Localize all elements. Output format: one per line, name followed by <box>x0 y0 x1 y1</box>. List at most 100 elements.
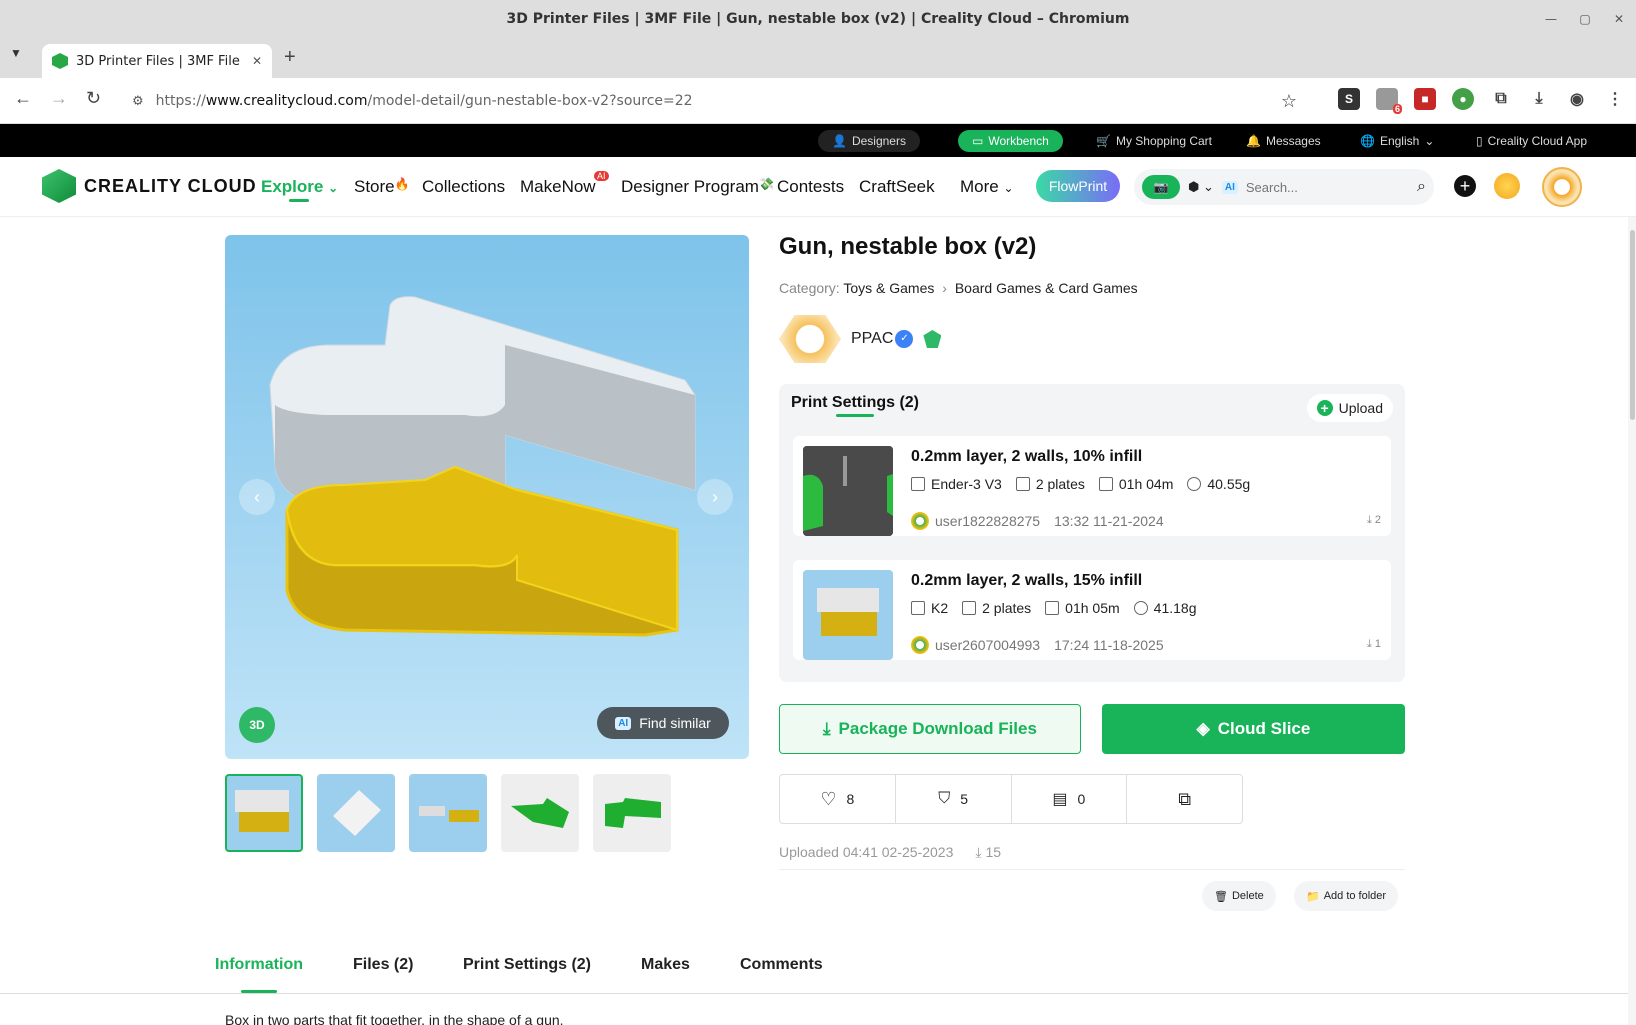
nav-designer-program[interactable]: Designer Program💸 <box>621 177 774 197</box>
flowprint-button[interactable]: FlowPrint <box>1036 170 1120 202</box>
workbench-label: Workbench <box>988 134 1049 148</box>
tab-information[interactable]: Information <box>215 956 303 974</box>
thumb-image <box>605 798 661 828</box>
search-input[interactable] <box>1245 179 1396 195</box>
comment-icon: ▤ <box>1052 791 1068 808</box>
tab-comments[interactable]: Comments <box>740 956 823 974</box>
tab-makes[interactable]: Makes <box>641 956 690 974</box>
nav-makenow-label: MakeNow <box>520 177 596 196</box>
tab-files[interactable]: Files (2) <box>353 956 413 974</box>
upload-button[interactable]: + Upload <box>1306 394 1393 422</box>
puzzle-extensions-icon[interactable]: ⧉ <box>1490 88 1512 110</box>
nav-explore[interactable]: Explore ⌄ <box>261 177 338 197</box>
tab-close-icon[interactable]: ✕ <box>252 54 262 68</box>
plates-value: 2 plates <box>1035 476 1085 492</box>
messages-link[interactable]: 🔔 Messages <box>1236 130 1331 152</box>
thumb-image <box>817 588 879 636</box>
reload-icon[interactable]: ↻ <box>86 88 101 109</box>
address-bar[interactable]: ⚙ https://www.crealitycloud.com/model-de… <box>118 84 1313 118</box>
download-icon: ⤓ <box>975 844 982 860</box>
delete-button[interactable]: 🗑 Delete <box>1202 881 1276 911</box>
time-value: 01h 05m <box>1065 600 1120 616</box>
new-tab-plus-icon[interactable]: + <box>284 46 296 69</box>
rotate-3d-button[interactable]: 3D <box>239 707 275 743</box>
back-arrow-icon[interactable]: ← <box>14 88 32 109</box>
s-extension-icon[interactable]: S <box>1338 88 1360 110</box>
designers-button[interactable]: 👤 Designers <box>818 130 920 152</box>
category-link[interactable]: Toys & Games <box>843 280 934 296</box>
nav-collections[interactable]: Collections <box>422 177 505 197</box>
nav-more[interactable]: More ⌄ <box>960 177 1014 197</box>
comment-button[interactable]: ▤ 0 <box>1012 775 1128 823</box>
download-icon[interactable]: ⤓ <box>1528 88 1550 110</box>
find-similar-ai-tag: AI <box>615 716 632 730</box>
bookmark-star-icon[interactable]: ☆ <box>1281 91 1297 112</box>
author-avatar[interactable] <box>779 315 841 363</box>
tab-search-chevron-icon[interactable]: ▼ <box>10 46 22 60</box>
coins-icon[interactable] <box>1494 173 1520 199</box>
site-info-icon[interactable]: ⚙ <box>132 94 144 109</box>
forward-arrow-icon[interactable]: → <box>50 88 68 109</box>
shield-extension-icon[interactable]: ■ <box>1414 88 1436 110</box>
subcategory-link[interactable]: Board Games & Card Games <box>955 280 1138 296</box>
search-icon[interactable]: ⌕ <box>1417 178 1426 196</box>
thumbnail-3[interactable] <box>409 774 487 852</box>
category-breadcrumb: Category: Toys & Games › Board Games & C… <box>779 280 1138 296</box>
workbench-icon: ▭ <box>972 134 984 148</box>
setting-uploader: user2607004993 17:24 11-18-2025 <box>911 636 1164 654</box>
fire-icon: 🔥 <box>394 177 410 191</box>
viewer-prev-arrow-icon[interactable]: ‹ <box>239 479 275 515</box>
spec-printer: Ender-3 V3 <box>911 476 1002 492</box>
find-similar-button[interactable]: AI Find similar <box>597 707 729 739</box>
language-select[interactable]: 🌐 English ⌄ <box>1350 130 1444 152</box>
nav-craftseek[interactable]: CraftSeek <box>859 177 935 197</box>
tab-print-settings[interactable]: Print Settings (2) <box>463 956 591 974</box>
shopping-cart-link[interactable]: 🛒 My Shopping Cart <box>1086 130 1222 152</box>
print-setting-card[interactable]: 0.2mm layer, 2 walls, 10% infill Ender-3… <box>793 436 1391 536</box>
uploader-name[interactable]: user1822828275 <box>935 513 1040 529</box>
profile-icon[interactable]: ◉ <box>1566 88 1588 110</box>
thumb-image <box>511 798 569 828</box>
nav-contests[interactable]: Contests <box>777 177 844 197</box>
user-avatar[interactable] <box>1542 167 1582 207</box>
scrollbar-thumb[interactable] <box>1630 230 1635 420</box>
maximize-icon[interactable]: ▢ <box>1568 0 1602 38</box>
uploader-name[interactable]: user2607004993 <box>935 637 1040 653</box>
author-name[interactable]: PPAC <box>851 330 893 348</box>
model-viewer[interactable]: ‹ › 3D AI Find similar <box>225 235 749 759</box>
add-to-folder-button[interactable]: 📁 Add to folder <box>1294 881 1399 911</box>
print-setting-card[interactable]: 0.2mm layer, 2 walls, 15% infill K2 2 pl… <box>793 560 1391 660</box>
creality-favicon-icon <box>52 53 68 69</box>
close-icon[interactable]: ✕ <box>1602 0 1636 38</box>
browser-tab-active[interactable]: 3D Printer Files | 3MF File | Gun, nesta… <box>42 44 272 78</box>
robot-extension-icon[interactable]: ● <box>1452 88 1474 110</box>
viewer-next-arrow-icon[interactable]: › <box>697 479 733 515</box>
extension-badge-count: 6 <box>1392 104 1402 114</box>
collect-button[interactable]: ⛉ 5 <box>896 775 1012 823</box>
nav-store[interactable]: Store🔥 <box>354 177 410 197</box>
thumbnail-2[interactable] <box>317 774 395 852</box>
kebab-menu-icon[interactable]: ⋮ <box>1604 88 1626 110</box>
thumbnail-strip <box>225 774 671 852</box>
workbench-button[interactable]: ▭ Workbench <box>958 130 1063 152</box>
thumbnail-4[interactable] <box>501 774 579 852</box>
camera-search-button[interactable]: 📷 <box>1142 175 1180 199</box>
print-settings-panel: Print Settings (2) + Upload 0.2mm layer,… <box>779 384 1405 682</box>
model-type-select[interactable]: ⬢ ⌄ <box>1188 179 1214 195</box>
cloud-slice-button[interactable]: ◈ Cloud Slice <box>1102 704 1405 754</box>
package-download-button[interactable]: ⤓ Package Download Files <box>779 704 1081 754</box>
minimize-icon[interactable]: — <box>1534 0 1568 38</box>
create-plus-icon[interactable]: + <box>1454 175 1476 197</box>
thumbnail-5[interactable] <box>593 774 671 852</box>
money-icon: 💸 <box>758 177 774 191</box>
model-description: Box in two parts that fit together, in t… <box>225 1012 564 1025</box>
extension-badge-icon[interactable]: 6 <box>1376 88 1402 114</box>
creality-logo[interactable]: CREALITY CLOUD <box>42 169 257 203</box>
nav-makenow[interactable]: MakeNow AI <box>520 171 609 197</box>
share-button[interactable]: ⧉ <box>1127 775 1242 823</box>
thumbnail-1[interactable] <box>225 774 303 852</box>
like-button[interactable]: ♡ 8 <box>780 775 896 823</box>
bell-icon: 🔔 <box>1246 134 1261 148</box>
app-link[interactable]: ▯ Creality Cloud App <box>1466 130 1597 152</box>
cart-label: My Shopping Cart <box>1115 134 1212 148</box>
